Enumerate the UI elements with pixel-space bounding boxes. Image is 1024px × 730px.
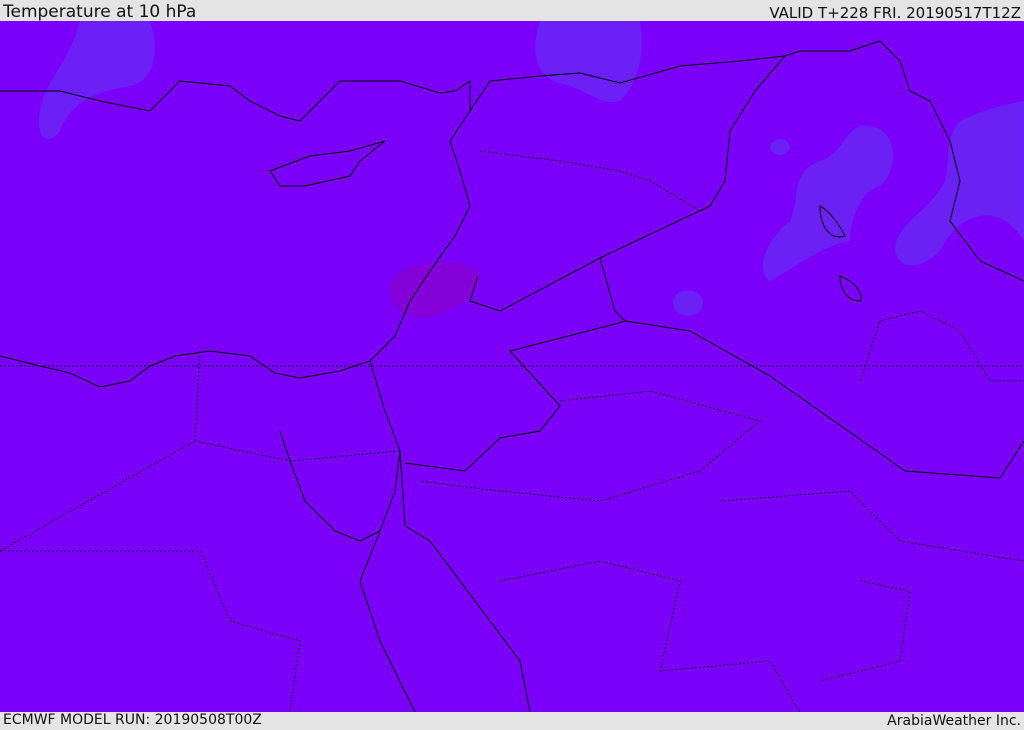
map-title: Temperature at 10 hPa: [3, 2, 197, 22]
footer-bar: ECMWF MODEL RUN: 20190508T00Z ArabiaWeat…: [0, 712, 1024, 729]
map-background: [0, 21, 1024, 712]
temperature-map[interactable]: [0, 21, 1024, 712]
model-run: ECMWF MODEL RUN: 20190508T00Z: [3, 712, 262, 728]
valid-time: VALID T+228 FRI. 20190517T12Z: [769, 4, 1021, 22]
header-bar: Temperature at 10 hPa VALID T+228 FRI. 2…: [0, 0, 1024, 21]
credit-text: ArabiaWeather Inc.: [887, 713, 1021, 729]
